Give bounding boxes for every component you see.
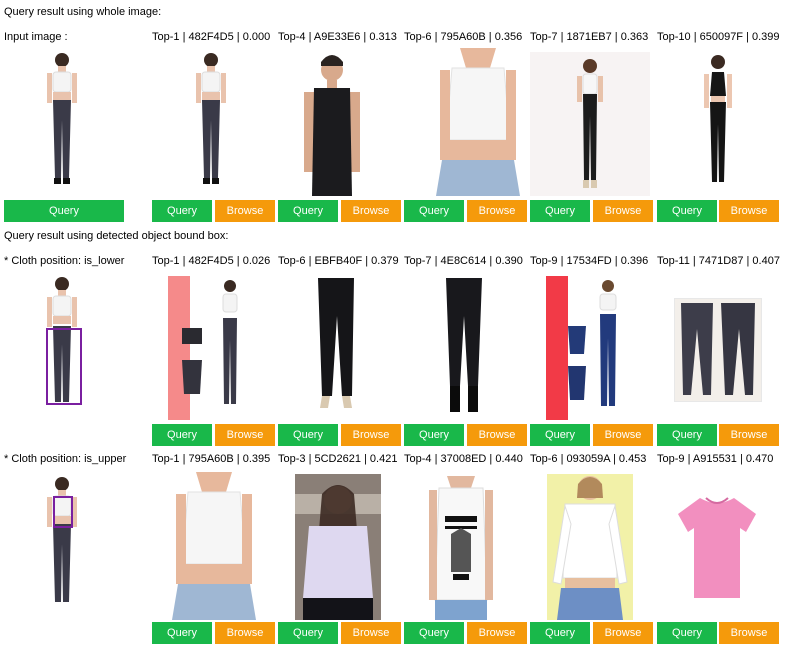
graphic-tank-top-image [429,476,493,620]
browse-button[interactable]: Browse [719,200,779,222]
query-button[interactable]: Query [152,622,212,644]
browse-button[interactable]: Browse [467,200,527,222]
result-image [546,276,632,420]
query-button[interactable]: Query [657,200,717,222]
result-label: Top-1 | 482F4D5 | 0.000 [152,31,271,43]
woman-lavender-shirt-image [295,474,381,620]
collage-red-blue-jeans-image [546,276,617,420]
browse-button[interactable]: Browse [593,622,653,644]
query-button[interactable]: Query [404,424,464,446]
model-white-top-dark-jeans-image [196,53,226,184]
result-image [674,298,762,402]
result-label: Top-9 | 17534FD | 0.396 [530,255,649,267]
browse-button[interactable]: Browse [467,622,527,644]
browse-button[interactable]: Browse [341,424,401,446]
result-image [300,276,372,420]
browse-button[interactable]: Browse [215,622,275,644]
input-image [22,472,102,620]
browse-button[interactable]: Browse [719,622,779,644]
white-crop-top-closeup-image [432,48,524,196]
query-button[interactable]: Query [404,200,464,222]
result-image [547,474,633,620]
query-label: * Cloth position: is_upper [4,453,127,465]
query-button[interactable]: Query [278,622,338,644]
query-label: * Cloth position: is_lower [4,255,125,267]
result-label: Top-1 | 795A60B | 0.395 [152,453,271,465]
result-image [165,48,257,196]
query-button[interactable]: Query [657,424,717,446]
result-image [168,472,260,620]
detection-bounding-box [46,328,82,405]
query-button[interactable]: Query [404,622,464,644]
result-label: Top-6 | 795A60B | 0.356 [404,31,523,43]
browse-button[interactable]: Browse [719,424,779,446]
query-button[interactable]: Query [657,622,717,644]
browse-button[interactable]: Browse [593,200,653,222]
white-crop-top-closeup-image [172,472,256,620]
white-long-sleeve-top-image [547,474,633,620]
result-label: Top-7 | 4E8C614 | 0.390 [404,255,523,267]
model-figure-image [47,53,77,184]
result-label: Top-11 | 7471D87 | 0.407 [657,255,780,267]
section-title-bound-box: Query result using detected object bound… [4,230,229,242]
result-image [432,48,524,196]
model-figure-image [47,477,77,602]
result-label: Top-9 | A915531 | 0.470 [657,453,774,465]
input-image [22,48,102,196]
result-label: Top-3 | 5CD2621 | 0.421 [278,453,398,465]
query-button[interactable]: Query [278,200,338,222]
result-image [430,276,502,420]
query-button[interactable]: Query [152,424,212,446]
query-button[interactable]: Query [530,622,590,644]
result-image [295,474,381,620]
query-button[interactable]: Query [4,200,124,222]
result-image [676,488,758,606]
result-label: Top-4 | A9E33E6 | 0.313 [278,31,397,43]
query-button[interactable]: Query [530,200,590,222]
black-jeans-boots-image [446,278,482,412]
model-white-top-black-pants-image [577,59,603,188]
result-label: Top-6 | 093059A | 0.453 [530,453,647,465]
result-image [425,472,497,620]
query-label: Input image : [4,31,68,43]
browse-button[interactable]: Browse [215,200,275,222]
section-title-whole-image: Query result using whole image: [4,6,162,18]
result-image [296,48,368,196]
black-skinny-jeans-image [318,278,354,408]
result-label: Top-4 | 37008ED | 0.440 [404,453,523,465]
browse-button[interactable]: Browse [341,622,401,644]
browse-button[interactable]: Browse [215,424,275,446]
browse-button[interactable]: Browse [467,424,527,446]
result-image [168,276,258,420]
result-image [530,52,650,196]
result-label: Top-7 | 1871EB7 | 0.363 [530,31,649,43]
browse-button[interactable]: Browse [593,424,653,446]
result-label: Top-6 | EBFB40F | 0.379 [278,255,399,267]
detection-bounding-box [53,496,73,528]
query-button[interactable]: Query [278,424,338,446]
result-image [682,48,754,196]
man-black-tank-top-image [304,55,360,196]
two-dark-jeans-image [675,299,761,401]
model-black-halter-black-pants-image [704,55,732,182]
result-label: Top-1 | 482F4D5 | 0.026 [152,255,271,267]
collage-pink-dark-jeans-image [168,276,238,420]
query-button[interactable]: Query [530,424,590,446]
result-label: Top-10 | 650097F | 0.399 [657,31,780,43]
query-button[interactable]: Query [152,200,212,222]
pink-tshirt-image [678,497,756,598]
browse-button[interactable]: Browse [341,200,401,222]
